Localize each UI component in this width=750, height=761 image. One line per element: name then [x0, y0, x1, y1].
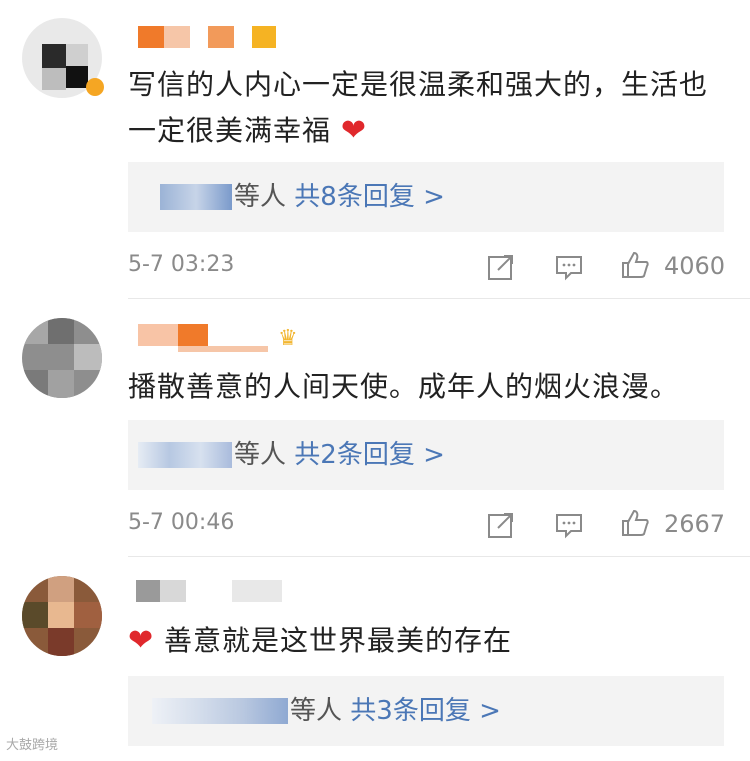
verified-badge-icon: [86, 78, 104, 96]
reply-summary[interactable]: 等人 共8条回复 >: [234, 162, 445, 232]
like-count: 4060: [664, 252, 726, 280]
avatar[interactable]: [22, 576, 102, 656]
watermark: 大鼓跨境: [6, 738, 59, 753]
like-icon[interactable]: [620, 250, 650, 280]
like-icon[interactable]: [620, 508, 650, 538]
reply-box[interactable]: 等人 共3条回复 >: [128, 676, 724, 746]
heart-icon: ❤: [340, 113, 368, 148]
reply-box[interactable]: 等人 共2条回复 >: [128, 420, 724, 490]
reply-summary[interactable]: 等人 共3条回复 >: [290, 676, 501, 746]
timestamp: 5-7 00:46: [128, 510, 235, 535]
divider: [128, 556, 750, 557]
reply-user-mosaic: [138, 442, 232, 468]
heart-icon: ❤: [128, 623, 155, 658]
like-count: 2667: [664, 510, 726, 538]
share-icon[interactable]: [486, 252, 516, 282]
divider: [128, 298, 750, 299]
avatar[interactable]: [22, 318, 102, 398]
reply-user-mosaic: [152, 698, 288, 724]
reply-summary[interactable]: 等人 共2条回复 >: [234, 420, 445, 490]
comment-icon[interactable]: [554, 252, 584, 282]
reply-user-mosaic: [160, 184, 232, 210]
comment-icon[interactable]: [554, 510, 584, 540]
comment-text: 播散善意的人间天使。成年人的烟火浪漫。: [128, 370, 680, 403]
crown-icon: ♛: [278, 326, 298, 351]
comment-text: 写信的人内心一定是很温柔和强大的，生活也一定很美满幸福 ❤: [128, 68, 709, 148]
comment-text: ❤ 善意就是这世界最美的存在: [128, 623, 513, 658]
reply-box[interactable]: 等人 共8条回复 >: [128, 162, 724, 232]
timestamp: 5-7 03:23: [128, 252, 235, 277]
share-icon[interactable]: [486, 510, 516, 540]
